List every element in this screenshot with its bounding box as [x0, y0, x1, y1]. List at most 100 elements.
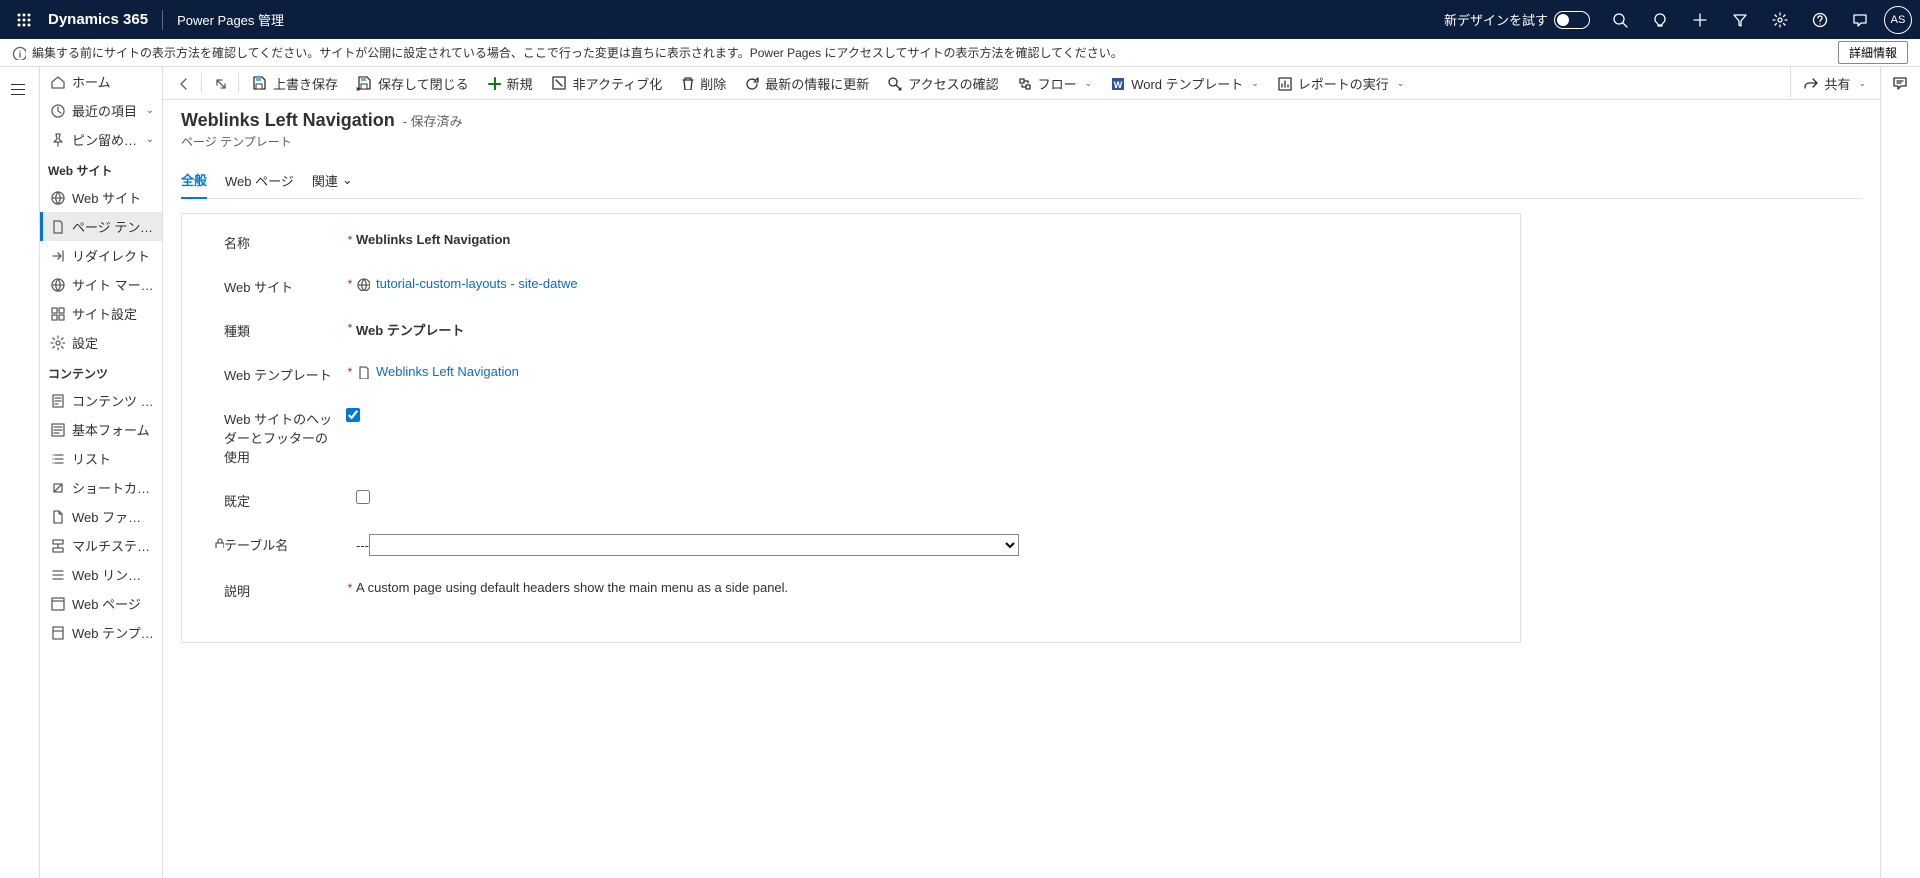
record-status: - 保存済み	[403, 111, 463, 130]
label-type: 種類	[224, 320, 344, 340]
new-button[interactable]: 新規	[479, 69, 541, 97]
field-type[interactable]: Web テンプレート	[356, 323, 464, 338]
infobar-detail-button[interactable]: 詳細情報	[1838, 41, 1908, 64]
sidebar-item[interactable]: ショートカット	[40, 473, 162, 502]
sidebar-item[interactable]: Web ファイル	[40, 502, 162, 531]
chevron-down-icon: ⌄	[146, 105, 154, 116]
sidebar-item-label: リダイレクト	[72, 246, 154, 265]
popout-button[interactable]	[206, 69, 234, 97]
sidebar-item-label: Web リンク セット	[72, 565, 154, 584]
sidebar-section-web: Web サイト	[40, 154, 162, 183]
search-icon[interactable]	[1600, 0, 1640, 39]
sidebar-item[interactable]: Web リンク セット	[40, 560, 162, 589]
run-report-button[interactable]: レポートの実行⌄	[1269, 69, 1413, 97]
clock-icon	[48, 103, 66, 118]
sidebar-item[interactable]: Web ページ	[40, 589, 162, 618]
shortcut-icon	[48, 480, 66, 495]
tab-web-pages[interactable]: Web ページ	[225, 164, 294, 198]
sidebar-item[interactable]: サイト マーカー	[40, 270, 162, 299]
multistep-icon	[48, 538, 66, 553]
sidebar-item[interactable]: ピン留め済み ⌄	[40, 125, 162, 154]
app-launcher-icon[interactable]	[8, 4, 40, 36]
checkbox-is-default[interactable]	[356, 490, 370, 504]
label-table-name: テーブル名	[224, 534, 344, 554]
brand-label: Dynamics 365	[48, 11, 148, 28]
refresh-button[interactable]: 最新の情報に更新	[736, 69, 877, 97]
flow-button[interactable]: フロー⌄	[1009, 69, 1101, 97]
deactivate-button[interactable]: 非アクティブ化	[543, 69, 671, 97]
app-name: Power Pages 管理	[177, 10, 284, 29]
field-table-name: ---	[356, 538, 369, 553]
lock-icon	[212, 534, 224, 548]
field-description[interactable]: A custom page using default headers show…	[356, 580, 788, 595]
sidebar-item[interactable]: 設定	[40, 328, 162, 357]
chat-icon[interactable]	[1840, 0, 1880, 39]
tab-related[interactable]: 関連⌄	[312, 164, 353, 198]
sidebar-item[interactable]: ページ テンプレ...	[40, 212, 162, 241]
sidebar-item-label: 設定	[72, 333, 154, 352]
try-new-design-toggle[interactable]	[1554, 11, 1590, 29]
add-icon[interactable]	[1680, 0, 1720, 39]
back-button[interactable]	[169, 69, 197, 97]
sidebar-item[interactable]: サイト設定	[40, 299, 162, 328]
sidebar-item[interactable]: Web テンプレート	[40, 618, 162, 647]
sidebar-item-label: サイト設定	[72, 304, 154, 323]
share-button[interactable]: 共有⌄	[1795, 69, 1874, 97]
redirect-icon	[48, 248, 66, 263]
label-web-template: Web テンプレート	[224, 364, 344, 384]
sidebar-item[interactable]: コンテンツ スニ...	[40, 386, 162, 415]
sidebar-item-label: ピン留め済み	[72, 130, 146, 149]
sidebar-item-label: 最近の項目	[72, 101, 146, 120]
settings-icon[interactable]	[1760, 0, 1800, 39]
sidebar-item-label: 基本フォーム	[72, 420, 154, 439]
sidebar-item[interactable]: 最近の項目 ⌄	[40, 96, 162, 125]
lightbulb-icon[interactable]	[1640, 0, 1680, 39]
check-access-button[interactable]: アクセスの確認	[879, 69, 1006, 97]
file-icon	[48, 509, 66, 524]
sidebar-item-label: Web ページ	[72, 594, 154, 613]
avatar[interactable]: AS	[1884, 6, 1912, 34]
sidebar-item-label: マルチステップ ...	[72, 536, 154, 555]
checkbox-use-header-footer[interactable]	[346, 408, 360, 422]
chevron-down-icon: ⌄	[146, 134, 154, 145]
field-web-template-link[interactable]: Weblinks Left Navigation	[356, 364, 519, 379]
sidebar-item[interactable]: 基本フォーム	[40, 415, 162, 444]
try-new-design-label: 新デザインを試す	[1444, 10, 1548, 29]
label-description: 説明	[224, 580, 344, 600]
field-name[interactable]: Weblinks Left Navigation	[356, 232, 510, 247]
sidebar-item-label: ホーム	[72, 72, 154, 91]
hamburger-icon[interactable]	[8, 77, 32, 101]
help-icon[interactable]	[1800, 0, 1840, 39]
sidebar-item[interactable]: リダイレクト	[40, 241, 162, 270]
settings-grid-icon	[48, 306, 66, 321]
label-is-default: 既定	[224, 490, 344, 510]
page-icon	[48, 219, 66, 234]
sidebar-item-label: ページ テンプレ...	[72, 217, 154, 236]
save-button[interactable]: 上書き保存	[243, 69, 346, 97]
label-use-header-footer: Web サイトのヘッダーとフッターの使用	[224, 408, 334, 466]
globe-icon	[48, 190, 66, 205]
table-name-select[interactable]	[369, 534, 1019, 556]
list-icon	[48, 451, 66, 466]
assistant-icon[interactable]	[1892, 75, 1910, 878]
sidebar-item-label: Web ファイル	[72, 507, 154, 526]
tab-general[interactable]: 全般	[181, 164, 207, 199]
sidebar-item[interactable]: リスト	[40, 444, 162, 473]
home-icon	[48, 74, 66, 89]
save-close-button[interactable]: 保存して閉じる	[348, 69, 477, 97]
filter-icon[interactable]	[1720, 0, 1760, 39]
label-name: 名称	[224, 232, 344, 252]
delete-button[interactable]: 削除	[672, 69, 734, 97]
sidebar-item[interactable]: マルチステップ ...	[40, 531, 162, 560]
label-website: Web サイト	[224, 276, 344, 296]
word-template-button[interactable]: Word テンプレート⌄	[1102, 69, 1267, 97]
field-website-link[interactable]: tutorial-custom-layouts - site-datwe	[356, 276, 578, 291]
sidebar-item-label: リスト	[72, 449, 154, 468]
globe-icon	[48, 277, 66, 292]
linkset-icon	[48, 567, 66, 582]
sidebar-item-label: Web テンプレート	[72, 623, 154, 642]
sidebar-item-label: サイト マーカー	[72, 275, 154, 294]
sidebar-item[interactable]: Web サイト	[40, 183, 162, 212]
sidebar-item[interactable]: ホーム	[40, 67, 162, 96]
form-icon	[48, 422, 66, 437]
